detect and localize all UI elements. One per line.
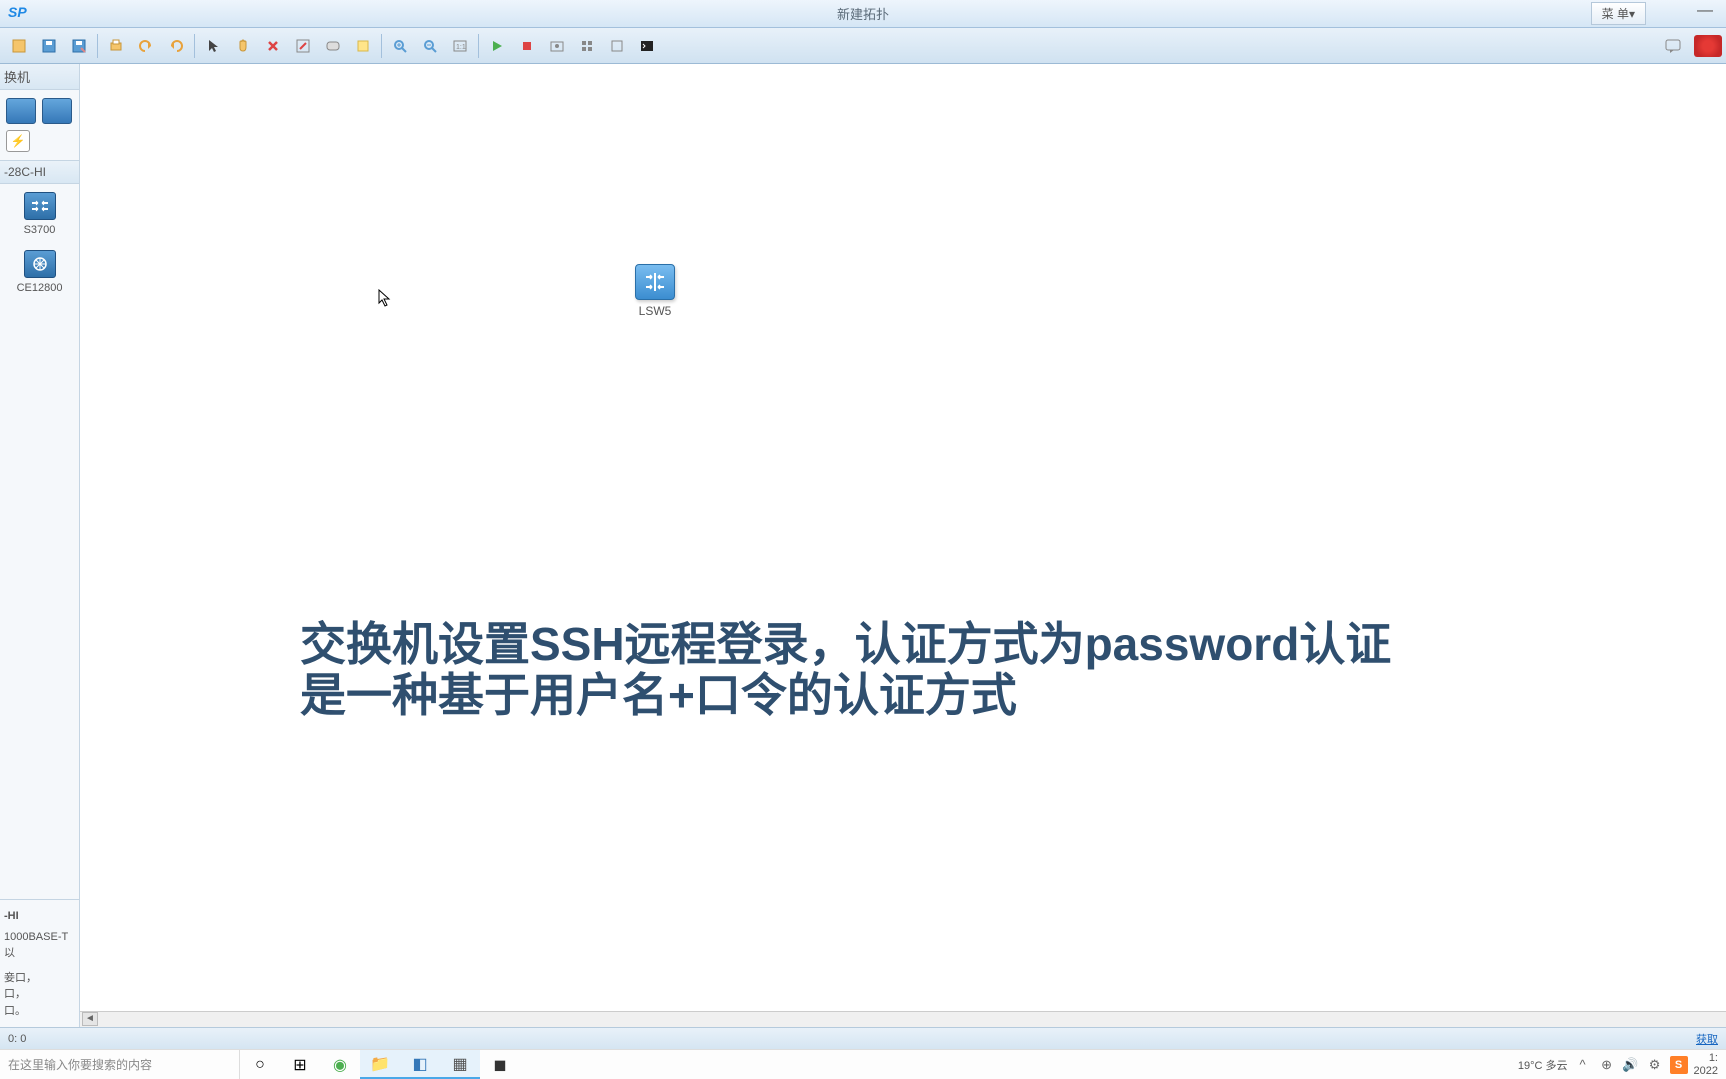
play-icon[interactable] — [483, 32, 511, 60]
ime-icon[interactable]: ⚙ — [1646, 1056, 1664, 1074]
device-list: S3700 CE12800 — [0, 184, 79, 899]
caption-line2: 是一种基于用户名+口令的认证方式 — [300, 670, 1391, 721]
status-left: 0: 0 — [8, 1033, 26, 1045]
topology-node-lsw5[interactable]: LSW5 — [635, 264, 675, 318]
main-area: 换机 ⚡ -28C-HI S3700 CE12800 -HI 1000BA — [0, 64, 1726, 1027]
category-router-icon[interactable] — [6, 98, 36, 124]
device-item-s3700[interactable]: S3700 — [4, 192, 75, 236]
new-icon[interactable] — [5, 32, 33, 60]
app-logo: SP — [8, 4, 27, 20]
switch-icon — [24, 250, 56, 278]
sidebar: 换机 ⚡ -28C-HI S3700 CE12800 -HI 1000BA — [0, 64, 80, 1027]
device-categories: ⚡ — [0, 90, 79, 160]
horizontal-scrollbar[interactable]: ◄ — [80, 1011, 1726, 1027]
weather-widget[interactable]: 19°C 多云 — [1518, 1057, 1568, 1073]
fit-icon[interactable]: 1:1 — [446, 32, 474, 60]
capture-icon[interactable] — [543, 32, 571, 60]
device-label: CE12800 — [4, 282, 75, 294]
sidebar-header: 换机 — [0, 64, 79, 90]
explorer-icon[interactable]: 📁 — [360, 1050, 400, 1079]
node-label: LSW5 — [635, 304, 675, 318]
search-input[interactable]: 在这里输入你要搜索的内容 — [0, 1050, 240, 1079]
saveas-icon[interactable] — [65, 32, 93, 60]
minimize-button[interactable]: — — [1694, 6, 1716, 22]
zoomin-icon[interactable] — [386, 32, 414, 60]
time: 1: — [1694, 1052, 1718, 1064]
huawei-logo-icon — [1694, 35, 1722, 57]
desc-text: 口。 — [4, 1003, 75, 1020]
status-right-link[interactable]: 获取 — [1696, 1031, 1718, 1047]
device-item-ce12800[interactable]: CE12800 — [4, 250, 75, 294]
window-title: 新建拓扑 — [837, 4, 889, 23]
taskbar: 在这里输入你要搜索的内容 ○ ⊞ ◉ 📁 ◧ ▦ ◼ 19°C 多云 ^ ⊕ 🔊… — [0, 1049, 1726, 1079]
wechat-icon[interactable]: ◉ — [320, 1050, 360, 1079]
print-icon[interactable] — [102, 32, 130, 60]
device-list-header: -28C-HI — [0, 160, 79, 184]
sogou-ime-icon[interactable]: S — [1670, 1056, 1688, 1074]
clock[interactable]: 1: 2022 — [1694, 1052, 1718, 1076]
statusbar: 0: 0 获取 — [0, 1027, 1726, 1049]
system-tray: 19°C 多云 ^ ⊕ 🔊 ⚙ S 1: 2022 — [1518, 1052, 1726, 1076]
category-other-icon[interactable]: ⚡ — [6, 130, 30, 152]
terminal-icon[interactable] — [633, 32, 661, 60]
ensp-app-icon[interactable]: ◧ — [400, 1050, 440, 1079]
device-description: -HI 1000BASE-T以 妾口， 口， 口。 — [0, 899, 79, 1027]
menu-button[interactable]: 菜 单▾ — [1591, 2, 1646, 25]
chevron-up-icon[interactable]: ^ — [1574, 1056, 1592, 1074]
scroll-left-icon[interactable]: ◄ — [82, 1012, 98, 1026]
desc-text: 1000BASE-T以 — [4, 929, 75, 962]
cortana-icon[interactable]: ○ — [240, 1050, 280, 1079]
zoomout-icon[interactable] — [416, 32, 444, 60]
app-icon[interactable]: ▦ — [440, 1050, 480, 1079]
device-label: S3700 — [4, 224, 75, 236]
switch-icon — [24, 192, 56, 220]
delete-icon[interactable] — [259, 32, 287, 60]
titlebar: SP 新建拓扑 菜 单▾ — — [0, 0, 1726, 28]
save-icon[interactable] — [35, 32, 63, 60]
volume-icon[interactable]: 🔊 — [1622, 1056, 1640, 1074]
canvas[interactable]: LSW5 交换机设置SSH远程登录，认证方式为password认证 是一种基于用… — [80, 64, 1726, 1027]
desc-title: -HI — [4, 908, 75, 925]
undo-icon[interactable] — [132, 32, 160, 60]
switch-node-icon — [635, 264, 675, 300]
hand-icon[interactable] — [229, 32, 257, 60]
category-switch-icon[interactable] — [42, 98, 72, 124]
pointer-icon[interactable] — [199, 32, 227, 60]
annotation-icon[interactable] — [319, 32, 347, 60]
overlay-caption: 交换机设置SSH远程登录，认证方式为password认证 是一种基于用户名+口令… — [300, 619, 1391, 720]
network-icon[interactable]: ⊕ — [1598, 1056, 1616, 1074]
cursor-icon — [378, 289, 392, 312]
redo-icon[interactable] — [162, 32, 190, 60]
expand-icon[interactable] — [573, 32, 601, 60]
desc-text: 妾口， — [4, 970, 75, 987]
note-icon[interactable] — [349, 32, 377, 60]
stop-icon[interactable] — [513, 32, 541, 60]
caption-line1: 交换机设置SSH远程登录，认证方式为password认证 — [300, 619, 1391, 670]
app-icon[interactable]: ◼ — [480, 1050, 520, 1079]
edit-icon[interactable] — [289, 32, 317, 60]
desc-text: 口， — [4, 986, 75, 1003]
window-icon[interactable] — [603, 32, 631, 60]
feedback-icon[interactable] — [1659, 32, 1687, 60]
date: 2022 — [1694, 1065, 1718, 1077]
taskview-icon[interactable]: ⊞ — [280, 1050, 320, 1079]
toolbar: 1:1 — [0, 28, 1726, 64]
svg-text:1:1: 1:1 — [456, 44, 466, 51]
